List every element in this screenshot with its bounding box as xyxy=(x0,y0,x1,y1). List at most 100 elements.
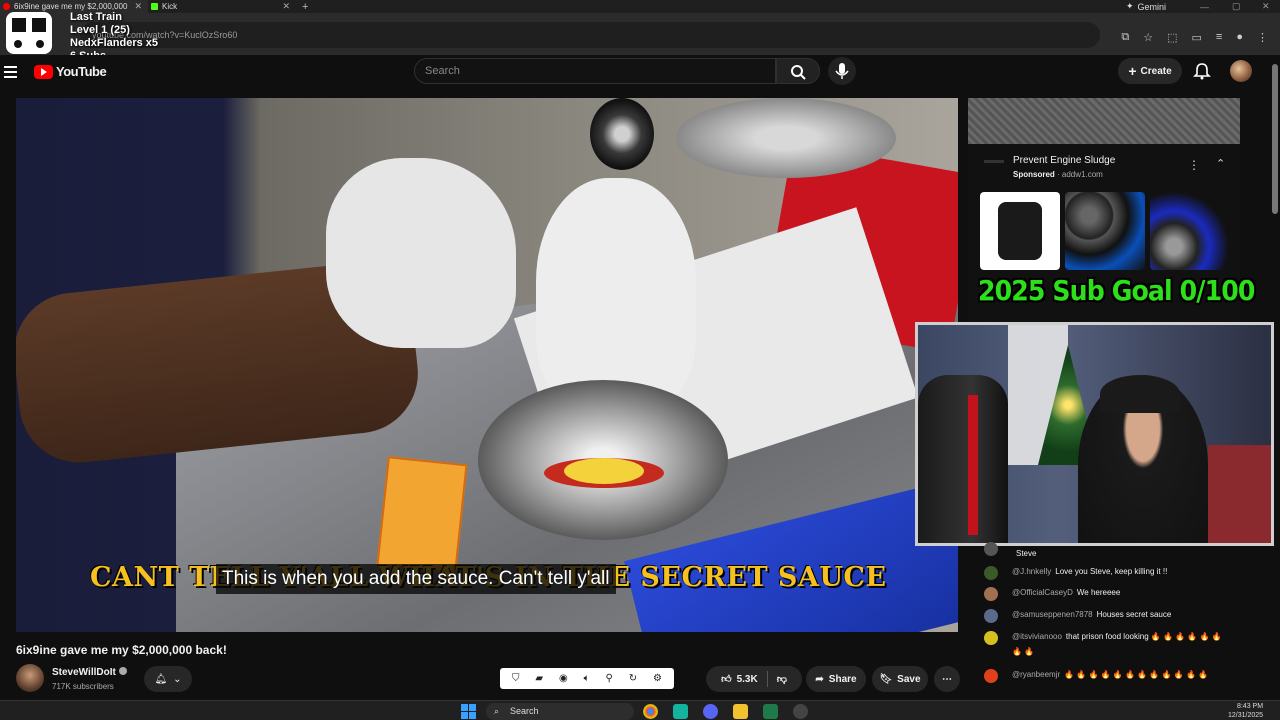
minimize-icon[interactable]: — xyxy=(1200,0,1209,13)
pin-icon[interactable]: ⚲ xyxy=(606,673,613,684)
ad-product-image[interactable] xyxy=(1150,192,1230,270)
webcam-streamer-cap xyxy=(1100,375,1180,413)
verified-badge-icon xyxy=(118,667,127,675)
channel-avatar[interactable] xyxy=(16,664,44,692)
chevron-down-icon: ⌄ xyxy=(173,673,182,685)
close-window-icon[interactable]: ✕ xyxy=(1262,0,1270,13)
like-count: 5.3K xyxy=(736,673,758,685)
video-player[interactable]: CANT TELL Y'ALL WHAT'S IN THE SECRET SAU… xyxy=(16,98,958,632)
taskbar-search-icon: ⌕ xyxy=(494,706,500,716)
search-input[interactable]: Search xyxy=(414,58,776,84)
chat-username: @samuseppenen7878 xyxy=(1012,610,1093,619)
chat-avatar xyxy=(984,609,998,623)
create-button[interactable]: + Create xyxy=(1118,58,1182,84)
new-tab-icon[interactable]: + xyxy=(302,1,308,13)
tab-kick[interactable]: Kick ✕ xyxy=(148,0,296,13)
chrome-app-icon[interactable] xyxy=(643,704,658,719)
like-button[interactable]: 👍︎ 5.3K xyxy=(721,673,758,686)
top-contributor: NedxFlanders x5 xyxy=(70,37,159,49)
settings-gear-icon[interactable]: ⚙ xyxy=(653,673,662,684)
taskbar-search-box[interactable]: ⌕ Search xyxy=(486,703,634,720)
search-icon xyxy=(791,65,806,80)
more-actions-button[interactable]: ⋯ xyxy=(934,666,960,692)
bookmark-star-icon[interactable]: ☆ xyxy=(1143,31,1153,44)
youtube-favicon-icon xyxy=(3,3,10,10)
hamburger-menu-icon[interactable] xyxy=(4,66,17,78)
chat-avatar xyxy=(984,669,998,683)
player-control-strip: ⛉ ▰ ◉ 🔈︎ ⚲ ↻ ⚙ xyxy=(500,668,674,689)
closed-caption: This is when you add the sauce. Can't te… xyxy=(216,564,616,594)
ad-sponsored-line: Sponsored · addw1.com xyxy=(1013,170,1103,179)
scrollbar-thumb[interactable] xyxy=(1272,64,1278,214)
chat-text-wrap: @J.hnkelly Love you Steve, keep killing i… xyxy=(1012,564,1232,579)
youtube-header: YouTube Search + Create xyxy=(0,55,1280,95)
save-label: Save xyxy=(897,673,921,685)
browser-toolbar: youtube.com/watch?v=KuclOzSro60 ⧉ ☆ ⬚ ▭ … xyxy=(0,13,1280,55)
chat-username: @itsvivianooo xyxy=(1012,632,1062,641)
media-control-icon[interactable]: ≡ xyxy=(1216,31,1222,44)
refresh-icon[interactable]: ↻ xyxy=(629,673,637,684)
chat-username: @OfficialCaseyD xyxy=(1012,588,1073,597)
create-label: Create xyxy=(1140,65,1172,77)
clock-time: 8:43 PM xyxy=(1236,703,1264,710)
chat-text: Steve xyxy=(1016,549,1037,558)
close-tab-icon[interactable]: ✕ xyxy=(282,1,290,12)
voice-search-button[interactable] xyxy=(828,57,856,85)
chat-avatar xyxy=(984,587,998,601)
dislike-button-thumbs-down-icon[interactable]: 👎︎ xyxy=(777,673,787,685)
ad-title[interactable]: Prevent Engine Sludge xyxy=(1013,155,1115,166)
page-scrollbar[interactable] xyxy=(1272,60,1278,690)
subscription-notifications-button[interactable]: 🔔︎ ⌄ xyxy=(144,666,192,692)
address-bar[interactable]: youtube.com/watch?v=KuclOzSro60 xyxy=(80,22,1100,48)
search-button[interactable] xyxy=(776,58,820,84)
account-avatar[interactable] xyxy=(1230,60,1252,82)
video-frame-glove-left xyxy=(326,158,516,348)
ad-product-image[interactable] xyxy=(980,192,1060,270)
streamer-webcam xyxy=(915,322,1274,546)
taskbar-search-label: Search xyxy=(510,706,539,716)
video-frame-glove-right xyxy=(536,178,696,408)
ad-more-options-icon[interactable]: ⋮ xyxy=(1188,158,1200,172)
train-level: Level 1 (25) xyxy=(70,24,130,36)
camera-icon[interactable]: ◉ xyxy=(559,673,568,684)
notifications-bell-icon[interactable] xyxy=(1192,61,1212,81)
webcam-chair-stripe xyxy=(968,395,978,535)
file-explorer-icon[interactable] xyxy=(733,704,748,719)
more-menu-icon[interactable]: ⋮ xyxy=(1257,31,1268,44)
more-horizontal-icon: ⋯ xyxy=(942,673,952,685)
install-app-icon[interactable]: ⧉ xyxy=(1121,31,1129,44)
share-button[interactable]: ➦ Share xyxy=(806,666,866,692)
train-name: Last Train xyxy=(70,11,122,23)
gemini-button[interactable]: ✦ Gemini xyxy=(1126,0,1166,13)
sub-goal-overlay: 2025 Sub Goal 0/100 xyxy=(978,274,1255,307)
clapperboard-icon[interactable]: ▰ xyxy=(535,673,543,684)
ad-product-image[interactable] xyxy=(1065,192,1145,270)
obs-app-icon[interactable] xyxy=(793,704,808,719)
collapse-chevron-up-icon[interactable]: ⌃ xyxy=(1216,157,1225,170)
plus-icon: + xyxy=(1128,63,1137,79)
video-frame-watch xyxy=(590,98,654,170)
shield-icon[interactable]: ⛉ xyxy=(512,673,520,684)
youtube-wordmark: YouTube xyxy=(56,64,107,79)
discord-app-icon[interactable] xyxy=(703,704,718,719)
ad-banner-image[interactable] xyxy=(968,98,1240,144)
windows-start-icon[interactable] xyxy=(461,704,476,719)
side-panel-icon[interactable]: ▭ xyxy=(1192,31,1202,44)
webcam-gaming-chair xyxy=(918,375,1008,543)
excel-app-icon[interactable] xyxy=(763,704,778,719)
channel-name-row[interactable]: SteveWillDoIt xyxy=(52,667,127,678)
extensions-icon[interactable]: ⬚ xyxy=(1167,31,1177,44)
windows-taskbar: ⌕ Search 8:43 PM 12/31/2025 xyxy=(0,700,1280,720)
chat-avatar xyxy=(984,566,998,580)
toolbar-icons: ⧉ ☆ ⬚ ▭ ≡ ● ⋮ xyxy=(1121,31,1268,44)
app-icon[interactable] xyxy=(673,704,688,719)
search-placeholder: Search xyxy=(425,65,460,77)
taskbar-clock[interactable]: 8:43 PM 12/31/2025 xyxy=(1228,702,1263,720)
ad-logo-icon xyxy=(984,160,1004,163)
youtube-logo[interactable]: YouTube xyxy=(34,64,107,79)
save-button[interactable]: 🔖︎ Save xyxy=(872,666,928,692)
profile-icon[interactable]: ● xyxy=(1236,31,1243,44)
maximize-icon[interactable]: ▢ xyxy=(1232,0,1241,13)
video-frame-back-bowl xyxy=(676,98,896,178)
volume-icon[interactable]: 🔈︎ xyxy=(584,673,590,684)
